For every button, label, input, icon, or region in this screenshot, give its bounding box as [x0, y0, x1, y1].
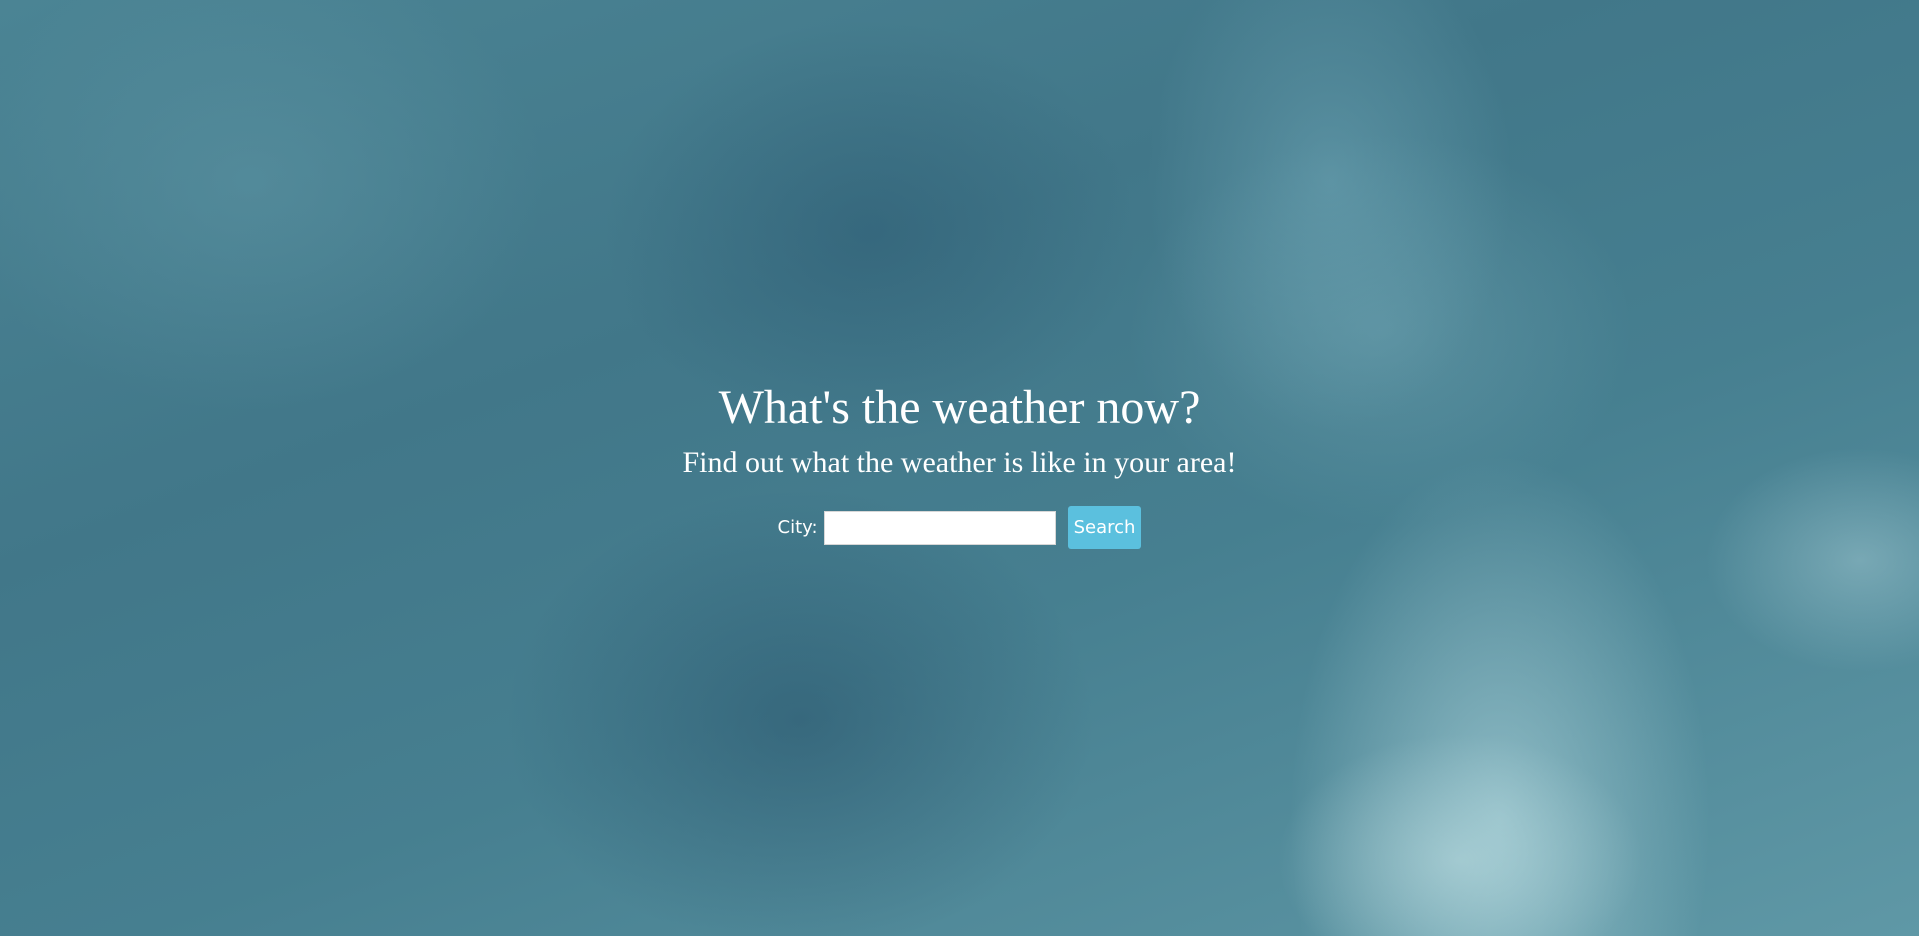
- city-label: City:: [777, 517, 818, 538]
- page-subtitle: Find out what the weather is like in you…: [682, 446, 1237, 479]
- search-button[interactable]: Search: [1067, 506, 1142, 549]
- city-input[interactable]: [823, 510, 1056, 545]
- page-title: What's the weather now?: [718, 381, 1201, 434]
- main-content: What's the weather now? Find out what th…: [0, 380, 1919, 549]
- city-search-form: City: Search: [0, 506, 1919, 549]
